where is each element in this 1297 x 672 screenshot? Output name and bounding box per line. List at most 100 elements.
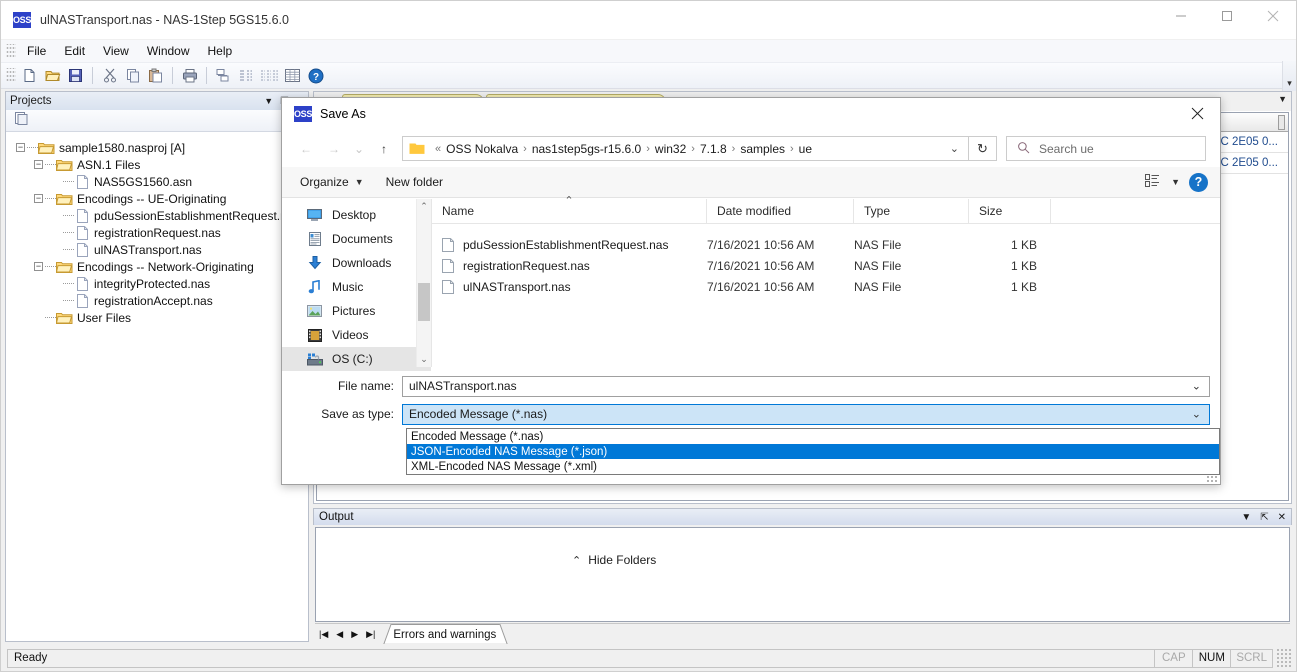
new-folder-button[interactable]: New folder: [386, 175, 443, 189]
compare-icon[interactable]: [258, 65, 281, 87]
tree-expander[interactable]: −: [34, 194, 43, 203]
column-header-name[interactable]: Name: [432, 198, 707, 224]
output-text-area[interactable]: [315, 527, 1290, 622]
nav-item-desktop[interactable]: Desktop: [282, 203, 431, 227]
nav-item-pictures[interactable]: Pictures: [282, 299, 431, 323]
new-file-icon[interactable]: [18, 65, 41, 87]
projects-dropdown-icon[interactable]: ▼: [264, 96, 273, 106]
open-folder-icon[interactable]: [41, 65, 64, 87]
help-icon[interactable]: ?: [1189, 172, 1208, 192]
paste-icon[interactable]: [144, 65, 167, 87]
chevron-down-icon[interactable]: ⌄: [1192, 408, 1201, 421]
menu-edit[interactable]: Edit: [55, 41, 94, 61]
tabstrip-dropdown-icon[interactable]: ▼: [1278, 94, 1287, 104]
breadcrumb-overflow-icon[interactable]: «: [430, 143, 446, 155]
print-icon[interactable]: [178, 65, 201, 87]
tree-node-file[interactable]: pduSessionEstablishmentRequest.nas: [16, 207, 308, 224]
tree-node-file[interactable]: registrationRequest.nas: [16, 224, 308, 241]
project-properties-icon[interactable]: [13, 111, 29, 131]
tree-expander[interactable]: −: [34, 262, 43, 271]
output-close-icon[interactable]: ✕: [1278, 512, 1286, 523]
scroll-up-icon[interactable]: ⌃: [417, 199, 431, 214]
tree-node-file[interactable]: NAS5GS1560.asn: [16, 173, 308, 190]
nav-pane-scrollbar[interactable]: ⌃ ⌄: [416, 199, 431, 367]
menu-grip-handle[interactable]: [6, 43, 16, 59]
dialog-close-icon[interactable]: [1175, 98, 1220, 129]
breadcrumb-item-nas1step5gs[interactable]: nas1step5gs-r15.6.0: [532, 142, 641, 156]
menu-view[interactable]: View: [94, 41, 138, 61]
tree-node-asn1-files[interactable]: − ASN.1 Files: [16, 156, 308, 173]
forward-icon[interactable]: →: [320, 135, 348, 163]
refresh-icon[interactable]: ↻: [969, 136, 997, 161]
savetype-combobox[interactable]: Encoded Message (*.nas) ⌄: [402, 403, 1210, 425]
scroll-thumb[interactable]: [418, 283, 430, 321]
menu-help[interactable]: Help: [199, 41, 242, 61]
toolbar-overflow-button[interactable]: ▾: [1282, 61, 1296, 91]
file-row[interactable]: registrationRequest.nas 7/16/2021 10:56 …: [432, 255, 1220, 276]
breadcrumb-item-win32[interactable]: win32: [655, 142, 686, 156]
output-dropdown-icon[interactable]: ▼: [1241, 512, 1251, 523]
breadcrumb-item-samples[interactable]: samples: [740, 142, 785, 156]
nav-item-videos[interactable]: Videos: [282, 323, 431, 347]
nav-item-documents[interactable]: Documents: [282, 227, 431, 251]
nav-prev-button[interactable]: ◀: [332, 625, 347, 643]
resize-grip[interactable]: [1275, 648, 1293, 668]
search-input[interactable]: Search ue: [1006, 136, 1206, 161]
editor-scroll-thumb[interactable]: [1278, 115, 1285, 130]
nav-first-button[interactable]: |◀: [315, 625, 332, 643]
file-row[interactable]: ulNASTransport.nas 7/16/2021 10:56 AM NA…: [432, 276, 1220, 297]
nav-item-os-c[interactable]: OS (C:): [282, 347, 431, 371]
column-header-date-modified[interactable]: Date modified: [707, 198, 854, 224]
recent-locations-icon[interactable]: ⌄: [348, 135, 370, 163]
menu-window[interactable]: Window: [138, 41, 199, 61]
column-header-size[interactable]: Size: [969, 198, 1051, 224]
column-header-type[interactable]: Type: [854, 198, 969, 224]
tree-expander[interactable]: −: [16, 143, 25, 152]
grid-icon[interactable]: [281, 65, 304, 87]
dropdown-option-xml[interactable]: XML-Encoded NAS Message (*.xml): [407, 459, 1219, 474]
tab-errors-and-warnings[interactable]: Errors and warnings: [383, 624, 509, 643]
view-dropdown-icon[interactable]: ▼: [1171, 177, 1180, 187]
save-icon[interactable]: [64, 65, 87, 87]
maximize-icon[interactable]: [1204, 1, 1250, 31]
file-row[interactable]: pduSessionEstablishmentRequest.nas 7/16/…: [432, 234, 1220, 255]
nav-item-downloads[interactable]: Downloads: [282, 251, 431, 275]
copy-icon[interactable]: [121, 65, 144, 87]
up-icon[interactable]: ↑: [370, 135, 398, 163]
hide-folders-button[interactable]: ⌃ Hide Folders: [572, 553, 656, 567]
breadcrumb-item-oss-nokalva[interactable]: OSS Nokalva: [446, 142, 518, 156]
tree-node-file[interactable]: integrityProtected.nas: [16, 275, 308, 292]
minimize-icon[interactable]: [1158, 1, 1204, 31]
nav-item-music[interactable]: Music: [282, 275, 431, 299]
breadcrumb[interactable]: « OSS Nokalva › nas1step5gs-r15.6.0 › wi…: [402, 136, 969, 161]
filename-input[interactable]: ulNASTransport.nas ⌄: [402, 375, 1210, 397]
file-name: pduSessionEstablishmentRequest.nas: [463, 237, 669, 252]
back-icon[interactable]: ←: [292, 135, 320, 163]
decode-icon[interactable]: [235, 65, 258, 87]
tree-node-user-files[interactable]: User Files: [16, 309, 308, 326]
scroll-down-icon[interactable]: ⌄: [417, 352, 431, 367]
nav-next-button[interactable]: ▶: [347, 625, 362, 643]
tree-node-file[interactable]: ulNASTransport.nas: [16, 241, 308, 258]
tree-node-project[interactable]: − sample1580.nasproj [A]: [16, 139, 308, 156]
dropdown-option-json[interactable]: JSON-Encoded NAS Message (*.json): [407, 444, 1219, 459]
breadcrumb-item-ue[interactable]: ue: [799, 142, 812, 156]
breadcrumb-item-718[interactable]: 7.1.8: [700, 142, 727, 156]
breadcrumb-dropdown-icon[interactable]: ⌄: [941, 142, 968, 155]
tree-node-encodings-ue[interactable]: − Encodings -- UE-Originating: [16, 190, 308, 207]
tree-expander[interactable]: −: [34, 160, 43, 169]
chevron-down-icon[interactable]: ⌄: [1192, 380, 1201, 393]
tree-node-encodings-network[interactable]: − Encodings -- Network-Originating: [16, 258, 308, 275]
organize-button[interactable]: Organize ▼: [300, 175, 364, 189]
cut-icon[interactable]: [98, 65, 121, 87]
close-icon[interactable]: [1250, 1, 1296, 31]
menu-file[interactable]: File: [18, 41, 55, 61]
tree-node-file[interactable]: registrationAccept.nas: [16, 292, 308, 309]
toolbar-grip-handle[interactable]: [6, 68, 16, 83]
projects-panel: Projects ▼ ⇱ ✕ − sample1580.nasproj [A] …: [5, 91, 309, 642]
dropdown-option-nas[interactable]: Encoded Message (*.nas): [407, 429, 1219, 444]
output-pin-icon[interactable]: ⇱: [1260, 512, 1268, 523]
view-list-icon[interactable]: [1145, 173, 1162, 191]
encode-icon[interactable]: [212, 65, 235, 87]
help-icon[interactable]: ?: [304, 65, 327, 87]
